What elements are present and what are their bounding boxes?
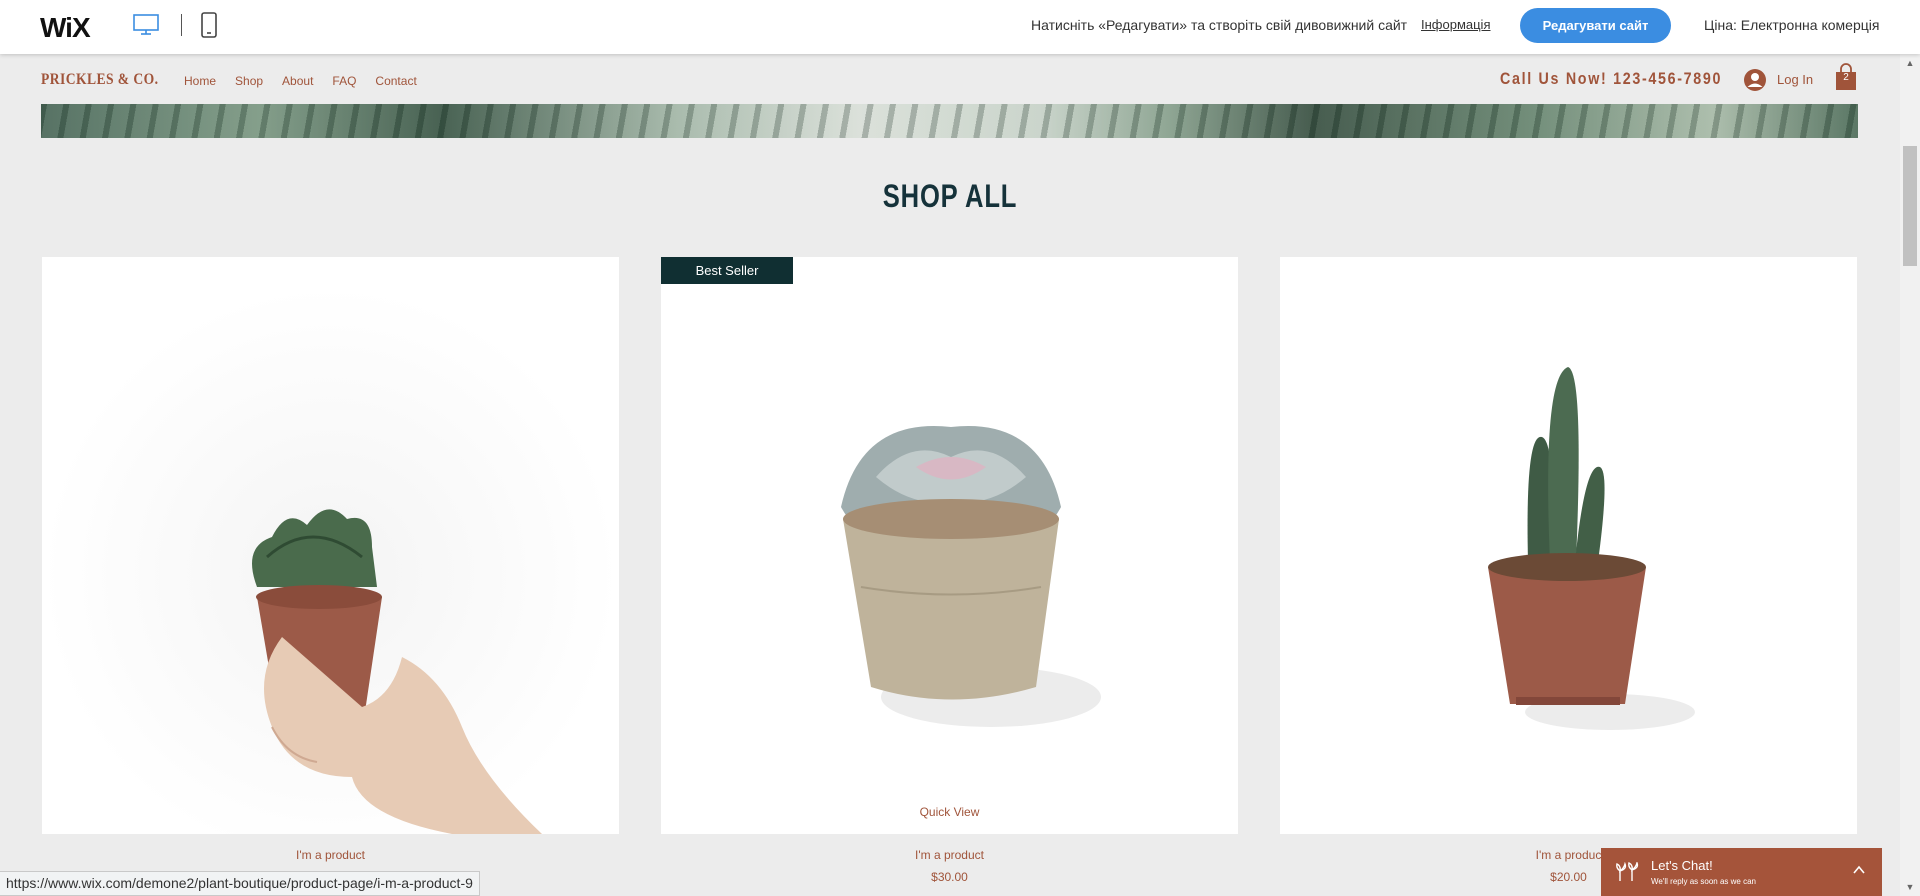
chat-plants-icon — [1615, 860, 1641, 887]
product-image-succulent — [661, 257, 1238, 834]
call-us-text: Call Us Now! 123-456-7890 — [1500, 69, 1723, 88]
wix-top-bar: WiX Натисніть «Редагувати» та створіть с… — [0, 0, 1920, 54]
chat-subtitle: We'll reply as soon as we can — [1651, 877, 1756, 886]
product-card[interactable] — [1280, 257, 1857, 834]
nav-shop[interactable]: Shop — [235, 74, 263, 88]
brand-logo[interactable]: PRICKLES & CO. — [41, 71, 158, 89]
wix-logo[interactable]: WiX — [40, 12, 91, 44]
scroll-down-arrow[interactable]: ▼ — [1905, 882, 1915, 892]
info-link[interactable]: Інформація — [1421, 17, 1491, 32]
product-price: $30.00 — [931, 870, 968, 884]
page-title: SHOP ALL — [882, 178, 1018, 214]
product-name[interactable]: I'm a product — [661, 848, 1238, 862]
wix-promo-message: Натисніть «Редагувати» та створіть свій … — [1031, 17, 1408, 33]
nav-about[interactable]: About — [282, 74, 313, 88]
nav-faq[interactable]: FAQ — [332, 74, 356, 88]
quick-view-button[interactable]: Quick View — [661, 805, 1238, 819]
main-nav: Home Shop About FAQ Contact — [184, 74, 436, 88]
login-link[interactable]: Log In — [1777, 72, 1813, 87]
chat-title: Let's Chat! — [1651, 858, 1713, 873]
edit-site-button[interactable]: Редагувати сайт — [1520, 8, 1671, 43]
price-plan-label[interactable]: Ціна: Електронна комерція — [1704, 17, 1879, 33]
mobile-icon[interactable] — [200, 12, 218, 43]
product-name[interactable]: I'm a product — [42, 848, 619, 862]
nav-contact[interactable]: Contact — [375, 74, 416, 88]
product-card[interactable] — [42, 257, 619, 834]
desktop-icon[interactable] — [133, 14, 159, 41]
chat-widget[interactable]: Let's Chat! We'll reply as soon as we ca… — [1601, 848, 1882, 896]
product-image-cactus-hand — [42, 257, 619, 834]
device-separator — [181, 14, 182, 36]
scrollbar-thumb[interactable] — [1903, 146, 1917, 266]
nav-home[interactable]: Home — [184, 74, 216, 88]
scroll-up-arrow[interactable]: ▲ — [1905, 58, 1915, 68]
hero-banner-image — [41, 104, 1858, 138]
best-seller-ribbon: Best Seller — [661, 257, 793, 284]
product-card[interactable]: Best Seller Quick View — [661, 257, 1238, 834]
cart-count-badge: 2 — [1843, 72, 1849, 83]
status-url-tooltip: https://www.wix.com/demone2/plant-boutiq… — [0, 871, 480, 896]
user-avatar-icon[interactable] — [1743, 68, 1767, 97]
chevron-up-icon[interactable] — [1851, 862, 1867, 883]
site-header: PRICKLES & CO. Home Shop About FAQ Conta… — [0, 54, 1900, 104]
product-image-tall-cactus — [1280, 257, 1857, 834]
